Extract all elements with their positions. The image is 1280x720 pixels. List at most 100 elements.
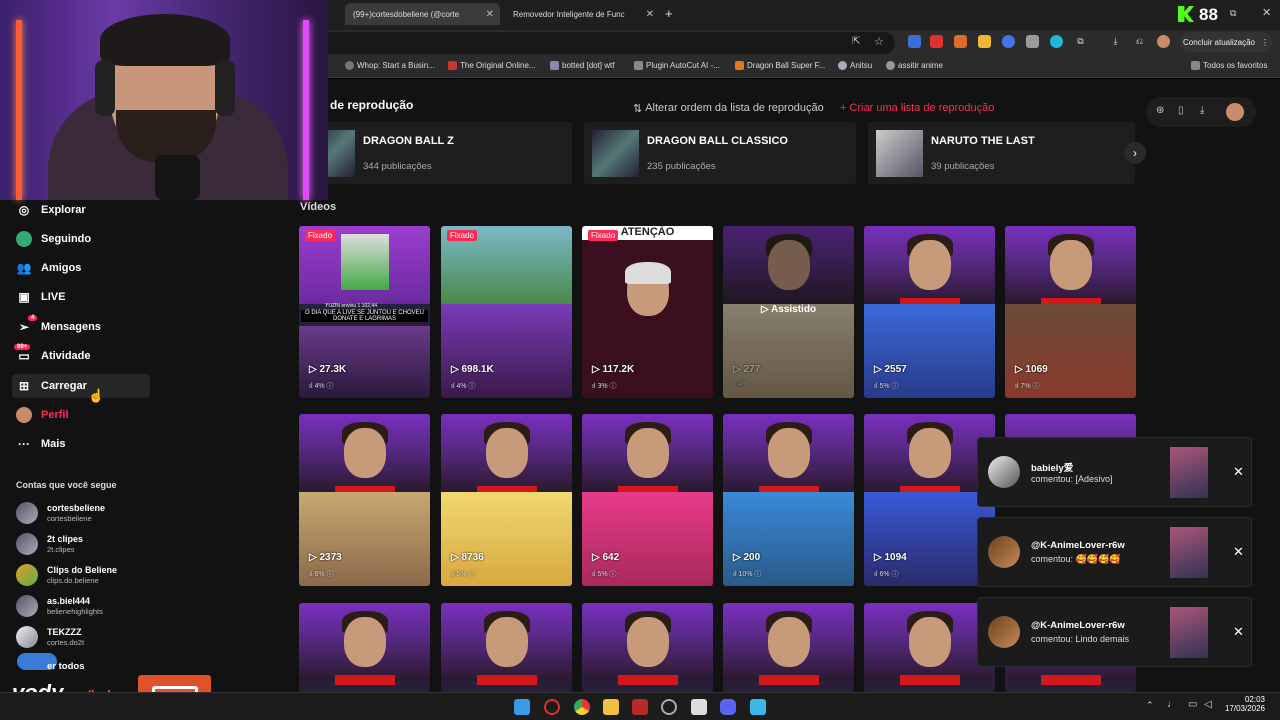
close-icon[interactable]: ✕ — [486, 9, 494, 20]
sidebar-item-amigos[interactable]: 👥 Amigos — [12, 256, 150, 280]
download-icon[interactable]: ⤓ — [1109, 35, 1122, 48]
comment-notification[interactable]: babiely爱 comentou: [Adesivo] ✕ — [977, 437, 1252, 507]
discord-icon[interactable] — [720, 699, 736, 715]
video-card[interactable]: Fixado ▷ 698.1K ıl 4% ⓘ — [441, 226, 572, 398]
extension-icon[interactable] — [930, 35, 943, 48]
following-account[interactable]: 2t clipes 2t.clipes — [16, 532, 156, 558]
opera-icon[interactable] — [544, 699, 560, 715]
following-account[interactable]: TEKZZZ cortes.do2t — [16, 625, 156, 651]
see-all-link[interactable]: er todos — [47, 661, 84, 672]
sidebar-item-perfil[interactable]: Perfil — [12, 403, 150, 427]
restore-window-icon[interactable]: ⧉ — [1230, 8, 1236, 19]
sidebar-item-mensagens[interactable]: ➢ Mensagens 4 — [12, 315, 150, 339]
tab-removedor[interactable]: Removedor Inteligente de Func ✕ — [505, 3, 660, 25]
folder-icon[interactable] — [603, 699, 619, 715]
video-card[interactable]: ▷ 1069 ıl 7% ⓘ — [1005, 226, 1136, 398]
clock[interactable]: 02:03 17/03/2026 — [1220, 695, 1265, 713]
extension-icon[interactable] — [1002, 35, 1015, 48]
bookmark-item[interactable]: Plugin AutoCut AI -... — [634, 61, 720, 70]
close-icon[interactable]: ✕ — [1233, 464, 1244, 480]
create-playlist-button[interactable]: + Criar uma lista de reprodução — [840, 102, 994, 114]
extension-icon[interactable] — [1026, 35, 1039, 48]
bookmark-star-icon[interactable]: ☆ — [874, 35, 884, 48]
new-tab-icon[interactable]: + — [665, 6, 673, 21]
engagement-stat: ıl 4% ⓘ — [309, 383, 334, 390]
device-icon[interactable]: ▯ — [1178, 105, 1184, 116]
close-icon[interactable]: ✕ — [1233, 544, 1244, 560]
bookmark-item[interactable]: botted [dot] wtf — [550, 61, 614, 70]
update-button[interactable]: Concluir atualização ⋮ — [1180, 32, 1272, 52]
video-card[interactable]: ▷ 200 ıl 10% ⓘ — [723, 414, 854, 586]
network-icon[interactable]: ▭ — [1188, 699, 1197, 710]
screen: { "browser": { "tabs": [ {"label": "(99+… — [0, 0, 1280, 720]
next-arrow-icon[interactable]: › — [1124, 142, 1146, 164]
sidebar-item-explorar[interactable]: ◎ Explorar — [12, 198, 150, 222]
playlist-card[interactable]: NARUTO THE LAST 39 publicações — [868, 122, 1135, 184]
video-card[interactable] — [441, 603, 572, 692]
extension-icon[interactable] — [954, 35, 967, 48]
address-bar[interactable]: ⇱ ☆ — [300, 32, 895, 54]
install-app-icon[interactable]: ⇱ — [852, 36, 860, 47]
profile-avatar-icon[interactable] — [1157, 35, 1170, 48]
avatar[interactable] — [1226, 103, 1244, 121]
engagement-stat: ıl 4% — [733, 381, 749, 388]
close-window-icon[interactable]: ✕ — [1262, 6, 1271, 19]
download-icon[interactable]: ⤓ — [1200, 105, 1204, 116]
sidebar-item-mais[interactable]: ··· Mais — [12, 432, 150, 456]
bookmark-item[interactable]: assitir anime — [886, 61, 943, 70]
comment-notification[interactable]: @K-AnimeLover-r6w comentou: 🥰🥰🥰🥰 ✕ — [977, 517, 1252, 587]
close-icon[interactable]: ✕ — [1233, 624, 1244, 640]
bookmark-item[interactable]: Dragon Ball Super F... — [735, 61, 825, 70]
bookmark-item[interactable]: Whop: Start a Busin... — [345, 61, 435, 70]
sidebar-item-seguindo[interactable]: Seguindo — [12, 227, 150, 251]
sidebar-item-carregar[interactable]: ⊞ Carregar — [12, 374, 150, 398]
reorder-playlists-button[interactable]: ⇅ Alterar ordem da lista de reprodução — [633, 102, 824, 115]
following-account[interactable]: as.biel444 belienehighlights — [16, 594, 156, 620]
start-menu-icon[interactable] — [514, 699, 530, 715]
following-account[interactable]: Clips do Beliene clips.do.beliene — [16, 563, 156, 589]
light-bar — [16, 20, 22, 200]
video-card[interactable] — [864, 603, 995, 692]
history-icon[interactable]: ⎌ — [1133, 35, 1146, 48]
settings-icon[interactable]: ⊛ — [1156, 105, 1164, 116]
view-count: ▷ 8736 — [451, 552, 484, 563]
extension-icon[interactable] — [978, 35, 991, 48]
bookmark-item[interactable]: Anitsu — [838, 61, 872, 70]
view-count: ▷ 200 — [733, 552, 761, 563]
extensions-puzzle-icon[interactable]: ⧉ — [1074, 35, 1087, 48]
video-card[interactable]: ▷ 2557 ıl 5% ⓘ — [864, 226, 995, 398]
extension-icon[interactable] — [1050, 35, 1063, 48]
microphone-icon[interactable]: ♩ — [1167, 699, 1177, 710]
app-icon[interactable] — [632, 699, 648, 715]
tray-chevron-icon[interactable]: ⌃ — [1146, 700, 1154, 711]
headphones-icon — [95, 60, 115, 116]
following-account[interactable]: cortesbeliene cortesbeliene — [16, 501, 156, 527]
video-card[interactable]: ▷ 642 ıl 5% ⓘ — [582, 414, 713, 586]
activity-icon: ▭ — [18, 349, 30, 363]
extension-icon[interactable] — [908, 35, 921, 48]
chrome-icon[interactable] — [574, 699, 590, 715]
view-count: ▷ 698.1K — [451, 364, 494, 375]
volume-icon[interactable]: ◁ — [1204, 699, 1212, 710]
bookmarks-folder[interactable]: Todos os favoritos — [1191, 61, 1267, 70]
app-icon[interactable] — [691, 699, 707, 715]
playlist-card[interactable]: DRAGON BALL CLASSICO 235 publicações — [584, 122, 856, 184]
notepad-icon[interactable] — [750, 699, 766, 715]
video-card[interactable]: ATENÇÃO Fixado ▷ 117.2K ıl 3% ⓘ — [582, 226, 713, 398]
app-icon[interactable] — [661, 699, 677, 715]
video-card[interactable]: YUZIN enviou 1 102,44 O DIA QUE A LIVE S… — [299, 226, 430, 398]
sidebar-item-live[interactable]: ▣ LIVE — [12, 285, 150, 309]
comment-notification[interactable]: @K-AnimeLover-r6w comentou: Lindo demais… — [977, 597, 1252, 667]
video-card[interactable] — [723, 603, 854, 692]
video-card[interactable] — [299, 603, 430, 692]
tab-cortesdobeliene[interactable]: (99+)cortesdobeliene (@corte ✕ — [345, 3, 500, 25]
video-card[interactable]: ▷ 1094 ıl 6% ⓘ — [864, 414, 995, 586]
video-card[interactable]: ▷ 2373 ıl 6% ⓘ — [299, 414, 430, 586]
avatar — [988, 616, 1020, 648]
sidebar-item-atividade[interactable]: ▭ Atividade 99+ — [12, 344, 150, 368]
video-card[interactable]: ▷ 8736 ıl 5% ⓘ — [441, 414, 572, 586]
close-icon[interactable]: ✕ — [646, 9, 654, 20]
playlist-card[interactable]: DRAGON BALL Z 344 publicações — [300, 122, 572, 184]
bookmark-item[interactable]: The Original Online... — [448, 61, 536, 70]
video-card[interactable] — [582, 603, 713, 692]
